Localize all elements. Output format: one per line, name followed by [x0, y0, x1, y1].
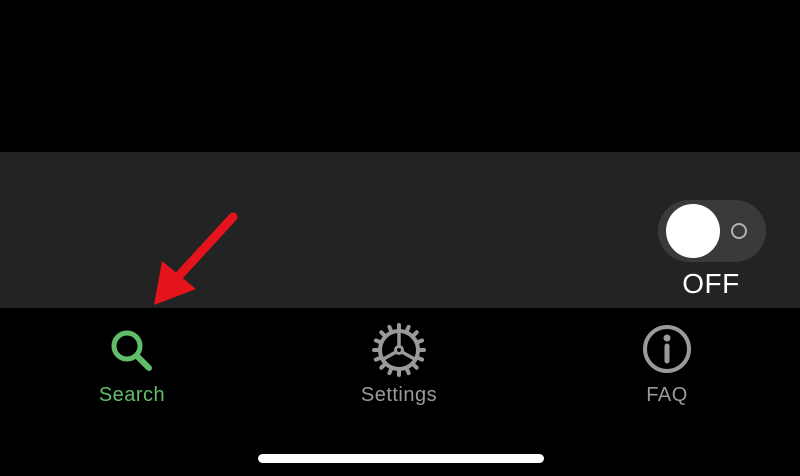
info-icon [643, 325, 691, 373]
search-icon [111, 330, 152, 371]
tab-search-label: Search [98, 384, 166, 406]
toggle-state-label: OFF [682, 268, 740, 299]
tab-search[interactable]: Search [52, 322, 212, 422]
tab-faq[interactable]: FAQ [587, 322, 747, 422]
annotation-arrow-icon [154, 212, 238, 305]
tab-settings[interactable]: Settings [319, 322, 479, 422]
gear-icon [372, 323, 426, 377]
toggle-off-indicator-icon [731, 223, 747, 239]
home-indicator[interactable] [258, 454, 544, 463]
tab-faq-label: FAQ [646, 384, 688, 406]
top-empty-area [0, 0, 800, 152]
power-toggle[interactable] [658, 200, 766, 262]
tab-bar: Search Settings FAQ [0, 308, 800, 476]
toggle-knob[interactable] [666, 204, 720, 258]
tab-settings-label: Settings [360, 384, 438, 406]
